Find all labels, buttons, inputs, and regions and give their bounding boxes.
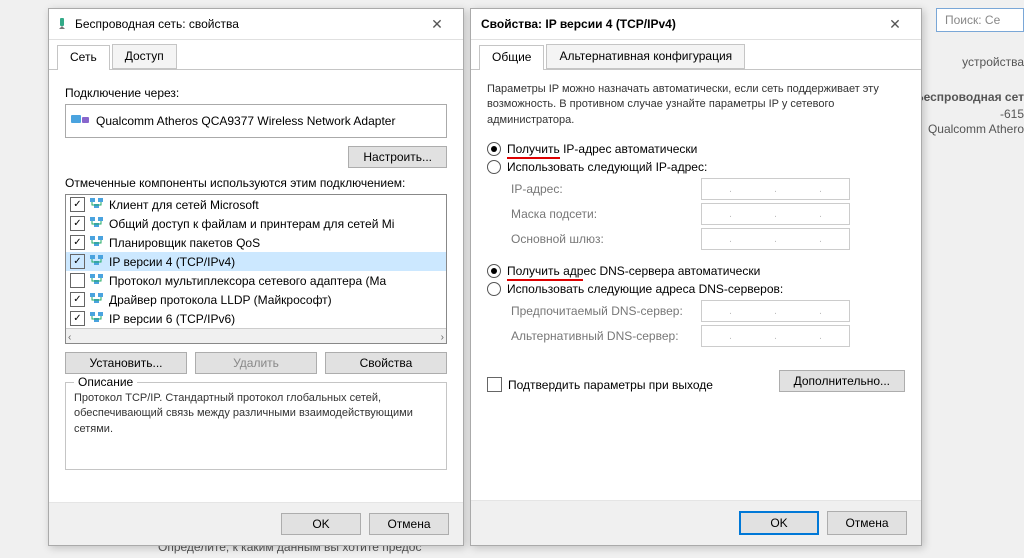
protocol-icon <box>89 253 105 270</box>
ip-address-input[interactable]: ... <box>701 178 850 200</box>
subnet-mask-input[interactable]: ... <box>701 203 850 225</box>
component-checkbox[interactable] <box>70 254 85 269</box>
dialog-title: Свойства: IP версии 4 (TCP/IPv4) <box>481 17 676 31</box>
dns-preferred-label: Предпочитаемый DNS-сервер: <box>511 304 701 318</box>
ok-button[interactable]: OK <box>281 513 361 535</box>
bg-adapter-label: Qualcomm Athero <box>928 122 1024 136</box>
adapter-icon <box>70 113 90 130</box>
component-label: Планировщик пакетов QoS <box>109 236 260 250</box>
component-label: Протокол мультиплексора сетевого адаптер… <box>109 274 386 288</box>
tab-network[interactable]: Сеть <box>57 45 110 70</box>
radio-ip-auto[interactable]: Получить IP-адрес автоматически <box>487 142 905 156</box>
tab-access[interactable]: Доступ <box>112 44 177 69</box>
component-item[interactable]: Клиент для сетей Microsoft <box>66 195 446 214</box>
component-checkbox[interactable] <box>70 235 85 250</box>
search-input[interactable]: Поиск: Се <box>945 13 1000 27</box>
remove-button[interactable]: Удалить <box>195 352 317 374</box>
properties-button[interactable]: Свойства <box>325 352 447 374</box>
install-button[interactable]: Установить... <box>65 352 187 374</box>
protocol-icon <box>89 310 105 327</box>
radio-dns-auto[interactable]: Получить адрес DNS-сервера автоматически <box>487 264 905 278</box>
gateway-input[interactable]: ... <box>701 228 850 250</box>
cancel-button[interactable]: Отмена <box>827 511 907 535</box>
components-list[interactable]: Клиент для сетей Microsoft Общий доступ к… <box>65 194 447 344</box>
connect-via-label: Подключение через: <box>65 86 447 100</box>
network-icon <box>55 16 69 33</box>
dns-preferred-input[interactable]: ... <box>701 300 850 322</box>
intro-text: Параметры IP можно назначать автоматичес… <box>487 82 905 128</box>
gateway-label: Основной шлюз: <box>511 232 701 246</box>
radio-dns-manual[interactable]: Использовать следующие адреса DNS-сервер… <box>487 282 905 296</box>
component-item[interactable]: IP версии 4 (TCP/IPv4) <box>66 252 446 271</box>
protocol-icon <box>89 291 105 308</box>
component-checkbox[interactable] <box>70 292 85 307</box>
component-label: Драйвер протокола LLDP (Майкрософт) <box>109 293 332 307</box>
advanced-button[interactable]: Дополнительно... <box>779 370 905 392</box>
ip-address-label: IP-адрес: <box>511 182 701 196</box>
ipv4-properties-dialog: Свойства: IP версии 4 (TCP/IPv4) ✕ Общие… <box>470 8 922 546</box>
protocol-icon <box>89 196 105 213</box>
component-checkbox[interactable] <box>70 311 85 326</box>
ok-button[interactable]: OK <box>739 511 819 535</box>
close-button[interactable]: ✕ <box>417 10 457 38</box>
subnet-mask-label: Маска подсети: <box>511 207 701 221</box>
dns-alt-label: Альтернативный DNS-сервер: <box>511 329 701 343</box>
component-label: Общий доступ к файлам и принтерам для се… <box>109 217 394 231</box>
confirm-on-exit-checkbox[interactable]: Подтвердить параметры при выходе <box>487 377 713 392</box>
tab-alternative-config[interactable]: Альтернативная конфигурация <box>546 44 745 69</box>
component-label: Клиент для сетей Microsoft <box>109 198 259 212</box>
components-label: Отмеченные компоненты используются этим … <box>65 176 447 190</box>
component-label: IP версии 4 (TCP/IPv4) <box>109 255 235 269</box>
dialog-title: Беспроводная сеть: свойства <box>75 17 239 31</box>
component-item[interactable]: Драйвер протокола LLDP (Майкрософт) <box>66 290 446 309</box>
cancel-button[interactable]: Отмена <box>369 513 449 535</box>
protocol-icon <box>89 215 105 232</box>
component-checkbox[interactable] <box>70 197 85 212</box>
configure-button[interactable]: Настроить... <box>348 146 447 168</box>
adapter-field: Qualcomm Atheros QCA9377 Wireless Networ… <box>65 104 447 138</box>
description-text: Протокол TCP/IP. Стандартный протокол гл… <box>74 391 438 437</box>
radio-ip-manual[interactable]: Использовать следующий IP-адрес: <box>487 160 905 174</box>
protocol-icon <box>89 272 105 289</box>
dns-alt-input[interactable]: ... <box>701 325 850 347</box>
component-item[interactable]: Протокол мультиплексора сетевого адаптер… <box>66 271 446 290</box>
component-checkbox[interactable] <box>70 216 85 231</box>
bg-router-label: -615 <box>1000 107 1024 121</box>
adapter-name: Qualcomm Atheros QCA9377 Wireless Networ… <box>96 114 395 128</box>
bg-devices-label: устройства <box>962 55 1024 69</box>
close-button[interactable]: ✕ <box>875 10 915 38</box>
component-label: IP версии 6 (TCP/IPv6) <box>109 312 235 326</box>
description-legend: Описание <box>74 375 137 389</box>
tab-general[interactable]: Общие <box>479 45 544 70</box>
bg-wifi-label: Беспроводная сет <box>915 90 1024 104</box>
horizontal-scrollbar[interactable]: ‹› <box>66 328 446 344</box>
component-checkbox[interactable] <box>70 273 85 288</box>
wifi-properties-dialog: Беспроводная сеть: свойства ✕ Сеть Досту… <box>48 8 464 546</box>
component-item[interactable]: Планировщик пакетов QoS <box>66 233 446 252</box>
component-item[interactable]: Общий доступ к файлам и принтерам для се… <box>66 214 446 233</box>
protocol-icon <box>89 234 105 251</box>
component-item[interactable]: IP версии 6 (TCP/IPv6) <box>66 309 446 328</box>
